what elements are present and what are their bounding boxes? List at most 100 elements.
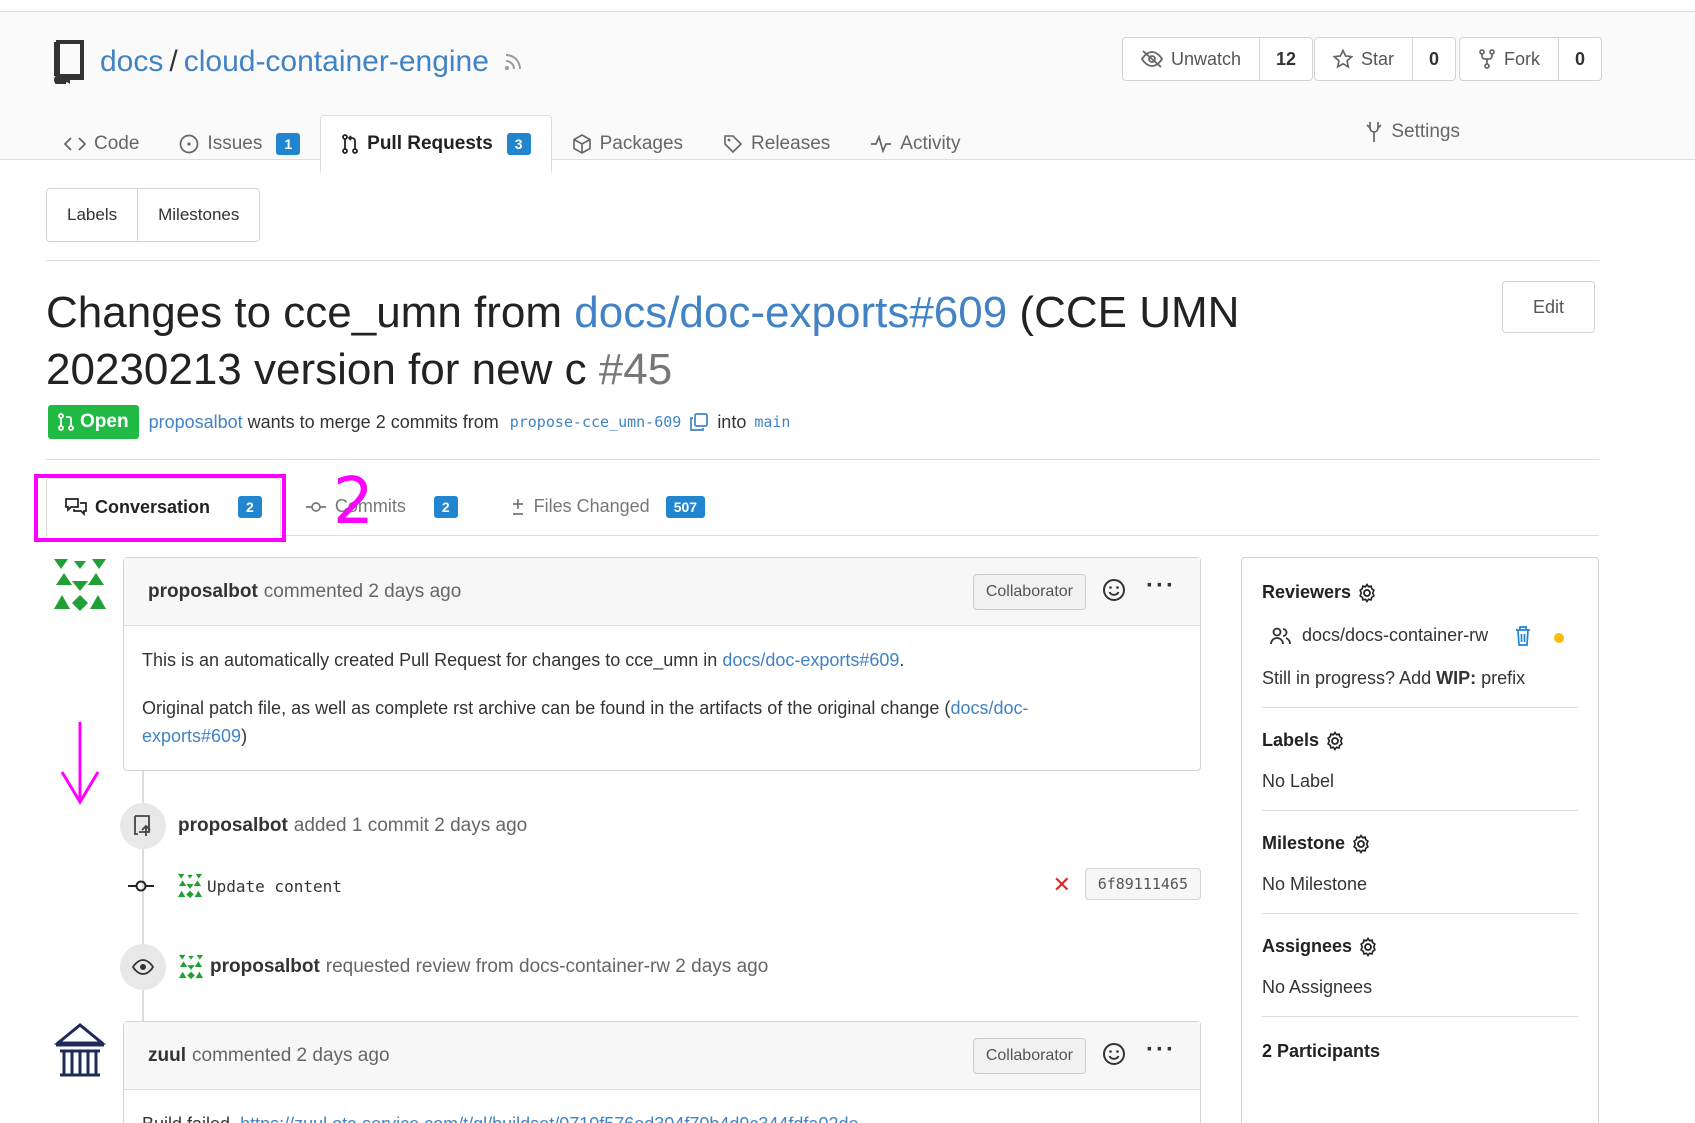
fork-label: Fork bbox=[1504, 48, 1540, 69]
labels-button[interactable]: Labels bbox=[47, 189, 137, 241]
eye-slash-icon bbox=[1141, 50, 1163, 68]
commit-sha-button[interactable]: 6f89111465 bbox=[1084, 868, 1201, 900]
build-failed-icon[interactable]: ✕ bbox=[1053, 872, 1071, 898]
commit-message[interactable]: Update content bbox=[207, 877, 342, 896]
gear-icon[interactable] bbox=[1325, 730, 1345, 751]
issues-count-badge: 1 bbox=[276, 133, 301, 155]
issue-opened-icon bbox=[180, 134, 199, 154]
watch-button-group: Unwatch 12 bbox=[1122, 37, 1314, 81]
tab-packages[interactable]: Packages bbox=[552, 116, 703, 172]
gear-icon[interactable] bbox=[1351, 833, 1371, 854]
milestones-button[interactable]: Milestones bbox=[137, 189, 259, 241]
fork-count[interactable]: 0 bbox=[1559, 38, 1601, 80]
copy-icon[interactable] bbox=[689, 412, 709, 432]
tab-commits[interactable]: Commits 2 bbox=[287, 478, 476, 536]
tools-icon bbox=[1366, 122, 1382, 142]
package-icon bbox=[572, 134, 591, 154]
review-request-event: proposalbot requested review from docs-c… bbox=[120, 944, 768, 990]
avatar[interactable] bbox=[52, 1023, 108, 1079]
reviewers-title: Reviewers bbox=[1262, 582, 1578, 603]
labels-section: Labels No Label bbox=[1262, 708, 1578, 811]
tab-files-changed-label: Files Changed bbox=[533, 496, 650, 516]
edit-title-button[interactable]: Edit bbox=[1502, 281, 1595, 333]
people-icon bbox=[1270, 627, 1291, 644]
star-count[interactable]: 0 bbox=[1413, 38, 1455, 80]
repo-separator: / bbox=[169, 45, 178, 78]
annotation-highlight-box bbox=[34, 474, 286, 542]
rss-icon[interactable] bbox=[503, 52, 523, 72]
comment-link[interactable]: docs/doc-exports#609 bbox=[722, 650, 899, 670]
star-icon bbox=[1333, 49, 1353, 69]
commit-author-avatar[interactable] bbox=[177, 873, 203, 899]
wip-hint-suffix: prefix bbox=[1476, 668, 1526, 688]
tab-pull-requests[interactable]: Pull Requests 3 bbox=[320, 115, 552, 173]
comment-paragraph: Original patch file, as well as complete… bbox=[142, 694, 1102, 750]
merge-text: wants to merge 2 commits from bbox=[242, 411, 504, 432]
pull-request-icon bbox=[58, 413, 74, 431]
tab-files-changed[interactable]: Files Changed 507 bbox=[492, 478, 723, 536]
unwatch-button[interactable]: Unwatch bbox=[1123, 38, 1261, 80]
smiley-icon[interactable] bbox=[1102, 1042, 1126, 1066]
gear-icon[interactable] bbox=[1358, 936, 1378, 957]
reviewer-name[interactable]: docs/docs-container-rw bbox=[1302, 625, 1488, 646]
event-author[interactable]: proposalbot bbox=[178, 815, 288, 837]
milestone-title: Milestone bbox=[1262, 833, 1578, 854]
code-icon bbox=[64, 137, 86, 151]
tab-issues[interactable]: Issues 1 bbox=[159, 116, 320, 172]
tag-icon bbox=[724, 135, 743, 154]
pulse-icon bbox=[871, 135, 892, 153]
tab-settings[interactable]: Settings bbox=[1365, 104, 1460, 160]
labels-title: Labels bbox=[1262, 730, 1578, 751]
watch-count[interactable]: 12 bbox=[1260, 38, 1312, 80]
smiley-icon[interactable] bbox=[1102, 578, 1126, 602]
star-button-group: Star 0 bbox=[1314, 37, 1457, 81]
head-branch-link[interactable]: propose-cce_umn-609 bbox=[510, 413, 682, 431]
unwatch-label: Unwatch bbox=[1171, 48, 1242, 69]
push-event: proposalbot added 1 commit 2 days ago bbox=[120, 803, 527, 849]
comment-text-end: ) bbox=[241, 726, 248, 746]
pending-status-dot bbox=[1554, 633, 1564, 643]
avatar[interactable] bbox=[178, 954, 204, 980]
comment-author[interactable]: zuul bbox=[148, 1045, 186, 1067]
pr-title-link[interactable]: docs/doc-exports#609 bbox=[574, 288, 1007, 337]
repo-owner-link[interactable]: docs bbox=[100, 45, 163, 79]
wip-hint-bold: WIP: bbox=[1436, 668, 1477, 688]
event-text: requested review from docs-container-rw … bbox=[325, 956, 769, 977]
comment-body: Build failed. https://zuul.otc-service.c… bbox=[124, 1090, 1200, 1123]
tab-releases-label: Releases bbox=[751, 133, 831, 154]
repo-title: docs / cloud-container-engine bbox=[50, 40, 523, 84]
gear-icon[interactable] bbox=[1357, 582, 1377, 603]
git-commit-icon bbox=[128, 880, 154, 892]
tab-releases[interactable]: Releases bbox=[703, 116, 850, 172]
comment-header: zuul commented 2 days ago Collaborator ·… bbox=[124, 1022, 1200, 1090]
comment-time: commented 2 days ago bbox=[192, 1044, 390, 1066]
milestone-section: Milestone No Milestone bbox=[1262, 811, 1578, 914]
star-button[interactable]: Star bbox=[1315, 38, 1414, 80]
avatar[interactable] bbox=[52, 557, 108, 613]
pr-sidebar: Reviewers docs/docs-container-rw Still i… bbox=[1241, 557, 1599, 1123]
assignees-section: Assignees No Assignees bbox=[1262, 914, 1578, 1017]
divider bbox=[46, 459, 1599, 460]
assignees-title: Assignees bbox=[1262, 936, 1578, 957]
tab-code[interactable]: Code bbox=[44, 116, 159, 172]
base-branch-link[interactable]: main bbox=[754, 413, 790, 431]
assignees-value: No Assignees bbox=[1262, 977, 1373, 997]
more-options-icon[interactable]: ··· bbox=[1146, 572, 1176, 600]
comment-text: Original patch file, as well as complete… bbox=[142, 698, 951, 718]
comment-author[interactable]: proposalbot bbox=[148, 581, 258, 603]
event-author[interactable]: proposalbot bbox=[210, 956, 320, 978]
comment-link[interactable]: https://zuul.otc-service.com/t/gl/builds… bbox=[240, 1114, 858, 1123]
trash-icon[interactable] bbox=[1514, 625, 1532, 647]
milestone-title-label: Milestone bbox=[1262, 833, 1346, 853]
repo-header: docs / cloud-container-engine Unwatch 12… bbox=[0, 12, 1695, 173]
participants-section: 2 Participants bbox=[1262, 1017, 1578, 1080]
pr-author-link[interactable]: proposalbot bbox=[149, 412, 243, 433]
fork-button[interactable]: Fork bbox=[1460, 38, 1559, 80]
repo-push-icon bbox=[120, 803, 166, 849]
more-options-icon[interactable]: ··· bbox=[1146, 1036, 1176, 1064]
fork-button-group: Fork 0 bbox=[1459, 37, 1603, 81]
status-label: Open bbox=[80, 411, 129, 432]
repo-name-link[interactable]: cloud-container-engine bbox=[184, 45, 489, 79]
pulls-count-badge: 3 bbox=[506, 133, 531, 155]
tab-activity[interactable]: Activity bbox=[850, 116, 980, 172]
